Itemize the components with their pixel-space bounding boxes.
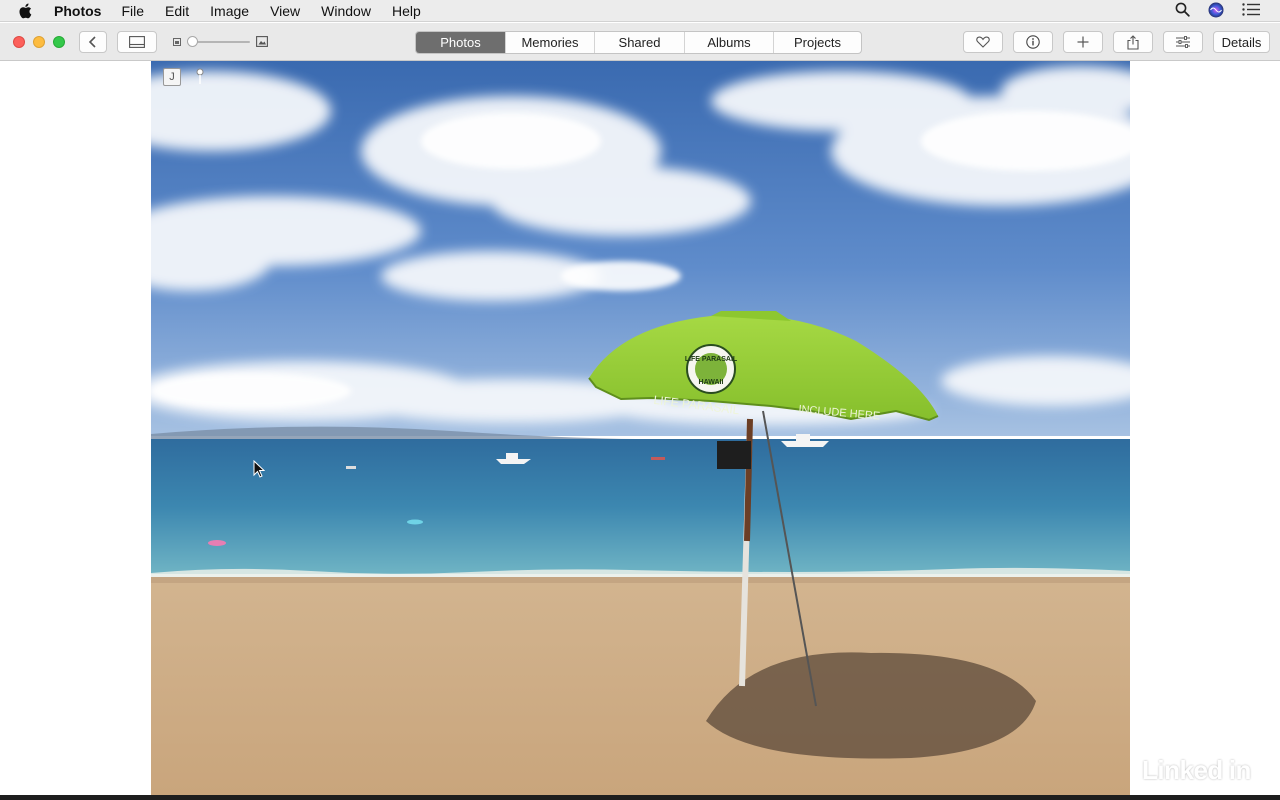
watermark-in-box: in — [1224, 755, 1255, 785]
menu-file[interactable]: File — [121, 3, 144, 19]
tab-memories[interactable]: Memories — [505, 32, 594, 53]
tab-shared[interactable]: Shared — [594, 32, 684, 53]
view-tab-bar: Photos Memories Shared Albums Projects — [415, 31, 862, 54]
favorite-button[interactable] — [963, 31, 1003, 53]
adjust-button[interactable] — [1163, 31, 1203, 53]
info-icon — [1026, 35, 1040, 49]
notification-center-icon[interactable] — [1242, 3, 1260, 19]
zoom-slider-track — [190, 41, 250, 43]
menu-app-photos[interactable]: Photos — [54, 3, 101, 19]
sidebar-toggle-button[interactable] — [117, 31, 157, 53]
back-button[interactable] — [79, 31, 107, 53]
bottom-edge — [0, 795, 1280, 800]
large-photo-icon — [256, 36, 268, 47]
fullscreen-window-button[interactable] — [53, 36, 65, 48]
photo-viewer: LIFE PARASAIL HAWAII LIFE PARASAIL INCLU… — [0, 61, 1280, 795]
add-button[interactable] — [1063, 31, 1103, 53]
window-toolbar: Photos Memories Shared Albums Projects D… — [0, 23, 1280, 61]
heart-icon — [976, 36, 990, 48]
share-icon — [1127, 34, 1139, 50]
zoom-slider[interactable] — [173, 35, 268, 49]
menu-view[interactable]: View — [270, 3, 300, 19]
chevron-left-icon — [88, 36, 96, 48]
sidebar-icon — [129, 36, 145, 48]
menu-image[interactable]: Image — [210, 3, 249, 19]
apple-logo-icon[interactable] — [18, 3, 38, 19]
beach-photo[interactable]: LIFE PARASAIL HAWAII LIFE PARASAIL INCLU… — [151, 61, 1130, 795]
keyword-badge[interactable]: J — [163, 68, 181, 86]
tab-photos[interactable]: Photos — [416, 32, 505, 53]
location-pin-icon[interactable] — [195, 68, 205, 86]
siri-icon[interactable] — [1208, 2, 1224, 21]
share-button[interactable] — [1113, 31, 1153, 53]
linkedin-watermark: Linked in — [1142, 754, 1255, 786]
details-button[interactable]: Details — [1213, 31, 1270, 53]
menu-edit[interactable]: Edit — [165, 3, 189, 19]
sliders-icon — [1176, 36, 1190, 48]
small-photo-icon — [173, 38, 181, 46]
tab-projects[interactable]: Projects — [773, 32, 861, 53]
menu-bar: Photos File Edit Image View Window Help — [0, 0, 1280, 22]
search-icon[interactable] — [1175, 2, 1190, 20]
menu-window[interactable]: Window — [321, 3, 371, 19]
watermark-text: Linked — [1142, 754, 1223, 785]
mouse-cursor-icon — [253, 460, 265, 478]
tab-albums[interactable]: Albums — [684, 32, 773, 53]
umbrella-logo-subtext: HAWAII — [699, 379, 724, 386]
plus-icon — [1077, 36, 1089, 48]
minimize-window-button[interactable] — [33, 36, 45, 48]
umbrella-logo-text: LIFE PARASAIL — [685, 356, 738, 363]
menu-help[interactable]: Help — [392, 3, 421, 19]
info-button[interactable] — [1013, 31, 1053, 53]
zoom-slider-knob[interactable] — [187, 36, 198, 47]
close-window-button[interactable] — [13, 36, 25, 48]
